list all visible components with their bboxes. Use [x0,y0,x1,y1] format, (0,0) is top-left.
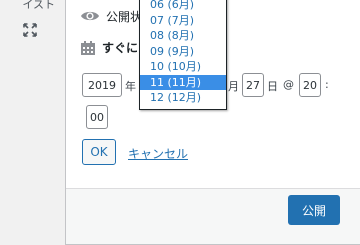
visibility-row: 公開状 [80,7,142,25]
month-option-selected[interactable]: 11 (11月) [140,74,226,90]
visibility-label: 公開状 [106,9,143,24]
day-input[interactable]: 27 [242,73,264,97]
calendar-icon [81,40,95,55]
left-sidebar: イスト [0,0,55,245]
publish-button[interactable]: 公開 [288,195,340,225]
time-colon: : [325,78,329,91]
minute-input[interactable]: 00 [86,105,108,129]
year-suffix: 年 [125,80,136,93]
month-option[interactable]: 08 (8月) [140,28,226,44]
month-dropdown-list[interactable]: 06 (6月) 07 (7月) 08 (8月) 09 (9月) 10 (10月)… [139,0,227,110]
schedule-row: すぐに [80,39,138,56]
year-input[interactable]: 2019 [82,73,122,97]
month-suffix: 月 [228,80,239,93]
month-option[interactable]: 10 (10月) [140,59,226,75]
expand-icon[interactable] [22,22,38,38]
at-symbol: @ [283,78,294,91]
month-option[interactable]: 06 (6月) [140,0,226,13]
ok-button[interactable]: OK [82,139,116,165]
day-suffix: 日 [267,80,278,93]
month-option[interactable]: 12 (12月) [140,90,226,106]
month-option[interactable]: 09 (9月) [140,44,226,60]
sidebar-cut-text: イスト [22,0,55,11]
cancel-link[interactable]: キャンセル [128,145,188,162]
schedule-label: すぐに [102,41,139,55]
eye-icon [81,11,99,21]
month-option[interactable]: 07 (7月) [140,13,226,29]
hour-input[interactable]: 20 [299,73,321,97]
